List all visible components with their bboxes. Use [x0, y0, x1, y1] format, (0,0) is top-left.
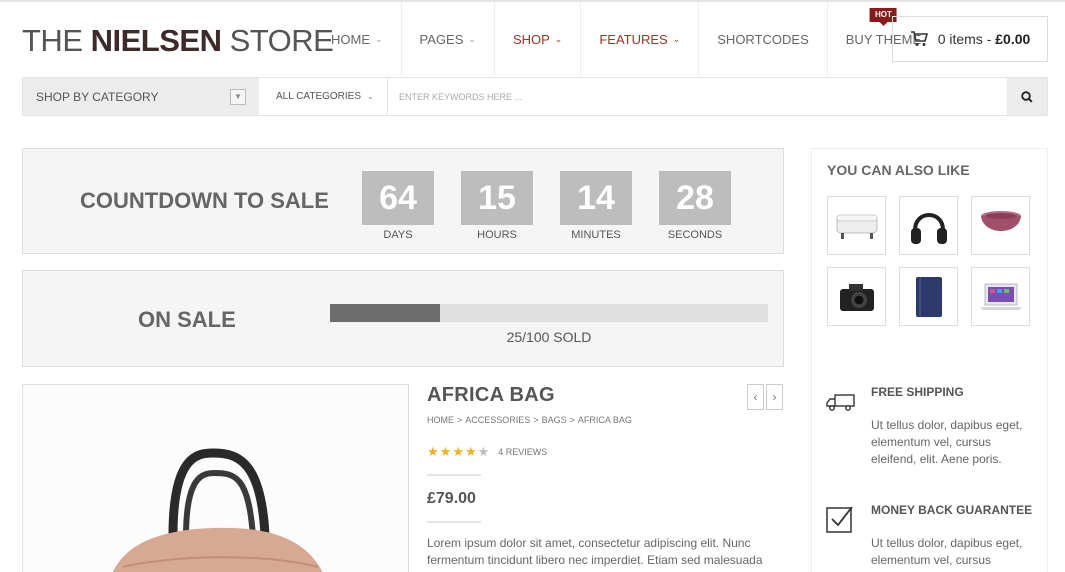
shop-by-category-dropdown[interactable]: SHOP BY CATEGORY ▼ — [23, 78, 259, 115]
chevron-down-icon: ⌄ — [672, 34, 681, 44]
truck-icon — [826, 392, 856, 417]
logo-text-nielsen: NIELSEN — [90, 23, 222, 58]
nav-home-label: HOME — [331, 32, 370, 47]
product-nav-arrows: ‹ › — [747, 384, 783, 410]
all-categories-label: ALL CATEGORIES — [276, 91, 362, 102]
shop-by-category-label: SHOP BY CATEGORY — [36, 89, 159, 104]
nav-shortcodes[interactable]: SHORTCODES — [699, 2, 828, 77]
star-icon: ★ — [439, 444, 452, 459]
chevron-down-icon: ⌄ — [367, 92, 374, 101]
chevron-down-icon: ▼ — [230, 88, 246, 105]
search-input[interactable] — [388, 78, 1007, 115]
countdown-seconds-value: 28 — [659, 171, 731, 225]
related-product-thumb[interactable] — [971, 267, 1030, 326]
nav-features-label: FEATURES — [599, 32, 668, 47]
cart-items: 0 items — [937, 31, 983, 47]
breadcrumb-separator: > — [457, 415, 463, 425]
cart-button[interactable]: 0 items - £0.00 — [892, 16, 1048, 62]
nav-shortcodes-label: SHORTCODES — [717, 32, 809, 47]
chevron-down-icon: ⌄ — [375, 34, 383, 44]
sold-progress-bar — [330, 304, 768, 322]
search-bar: SHOP BY CATEGORY ▼ ALL CATEGORIES ⌄ — [22, 77, 1048, 116]
divider — [427, 521, 481, 523]
sold-count-text: 25/100 SOLD — [506, 329, 592, 345]
countdown-minutes-label: MINUTES — [571, 229, 621, 241]
free-shipping-text: Ut tellus dolor, dapibus eget, elementum… — [871, 418, 1023, 466]
countdown-panel: COUNTDOWN TO SALE 64 DAYS 15 HOURS 14 MINUT… — [22, 148, 784, 254]
laptop-icon — [979, 283, 1022, 310]
tablet-case-icon — [915, 276, 942, 317]
search-icon — [1021, 90, 1033, 103]
reviews-link[interactable]: 4 REVIEWS — [498, 447, 547, 457]
star-icon: ★ — [427, 444, 439, 459]
breadcrumb-accessories[interactable]: ACCESSORIES — [465, 415, 530, 425]
ottoman-icon — [836, 214, 877, 239]
countdown-seconds-label: SECONDS — [667, 229, 723, 241]
product-image[interactable] — [22, 384, 409, 572]
money-back-text: Ut tellus dolor, dapibus eget, elementum… — [871, 536, 1023, 567]
nav-shop-label: SHOP — [512, 32, 550, 47]
breadcrumb-current: AFRICA BAG — [577, 415, 632, 425]
chevron-right-icon: › — [772, 390, 777, 404]
nav-features[interactable]: FEATURES ⌄ — [581, 2, 700, 77]
product-description: Lorem ipsum dolor sit amet, consectetur … — [427, 536, 763, 567]
countdown-hours-label: HOURS — [477, 229, 517, 241]
countdown-minutes: 14 MINUTES — [560, 171, 632, 241]
breadcrumb-home[interactable]: HOME — [427, 415, 454, 425]
related-product-thumb[interactable] — [827, 196, 886, 255]
product-title: AFRICA BAG — [427, 384, 555, 406]
camera-icon — [839, 283, 874, 311]
cart-icon — [910, 31, 928, 46]
related-product-thumb[interactable] — [899, 196, 958, 255]
sold-progress-fill — [330, 304, 440, 322]
free-shipping-title: FREE SHIPPING — [871, 385, 964, 399]
star-icon: ★ — [452, 444, 464, 459]
countdown-minutes-value: 14 — [560, 171, 632, 225]
nav-pages[interactable]: PAGES ⌄ — [402, 2, 495, 77]
related-product-thumb[interactable] — [899, 267, 958, 326]
main-nav: HOME ⌄ PAGES ⌄ SHOP ⌄ FEATURES ⌄ SHORTCODES … — [312, 2, 939, 77]
star-icon: ★ — [464, 444, 477, 459]
prev-product-button[interactable]: ‹ — [747, 384, 764, 410]
chevron-down-icon: ⌄ — [468, 34, 476, 44]
sidebar: YOU CAN ALSO LIKE FREE SHIPPING Ut tellu… — [811, 148, 1048, 572]
next-product-button[interactable]: › — [766, 384, 783, 410]
logo-text-the: THE — [22, 23, 91, 58]
on-sale-panel: ON SALE 25/100 SOLD — [22, 270, 784, 367]
nav-shop[interactable]: SHOP ⌄ — [495, 2, 582, 77]
breadcrumb-bags[interactable]: BAGS — [542, 415, 567, 425]
related-product-thumb[interactable] — [971, 196, 1030, 255]
cart-separator: - — [982, 31, 996, 47]
countdown-hours: 15 HOURS — [461, 171, 533, 241]
chevron-down-icon: ⌄ — [554, 34, 563, 44]
on-sale-title: ON SALE — [138, 307, 236, 332]
store-logo[interactable]: THE NIELSEN STORE — [22, 23, 334, 58]
product-rating: ★ ★ ★ ★ ★ 4 REVIEWS — [427, 444, 547, 460]
headphones-icon — [910, 212, 947, 244]
breadcrumb: HOME > ACCESSORIES > BAGS > AFRICA BAG — [427, 415, 632, 425]
star-icon: ★ — [477, 444, 490, 459]
breadcrumb-separator: > — [569, 415, 575, 425]
you-can-also-like-title: YOU CAN ALSO LIKE — [827, 162, 970, 178]
bag-image — [23, 385, 408, 572]
countdown-title: COUNTDOWN TO SALE — [80, 188, 329, 213]
countdown-hours-value: 15 — [461, 171, 533, 225]
bowl-icon — [980, 210, 1021, 231]
nav-pages-label: PAGES — [419, 32, 464, 47]
cart-total: £0.00 — [995, 31, 1031, 47]
chevron-left-icon: ‹ — [753, 390, 758, 404]
money-back-title: MONEY BACK GUARANTEE — [871, 503, 1033, 517]
search-button[interactable] — [1007, 78, 1047, 115]
related-product-thumb[interactable] — [827, 267, 886, 326]
countdown-days-label: DAYS — [383, 229, 413, 241]
countdown-seconds: 28 SECONDS — [659, 171, 731, 241]
countdown-days-value: 64 — [362, 171, 434, 225]
nav-home[interactable]: HOME ⌄ — [312, 2, 402, 77]
breadcrumb-separator: > — [533, 415, 539, 425]
all-categories-select[interactable]: ALL CATEGORIES ⌄ — [259, 78, 388, 115]
divider — [427, 474, 481, 476]
product-price: £79.00 — [427, 490, 476, 507]
countdown-days: 64 DAYS — [362, 171, 434, 241]
checkbox-icon — [826, 505, 854, 538]
